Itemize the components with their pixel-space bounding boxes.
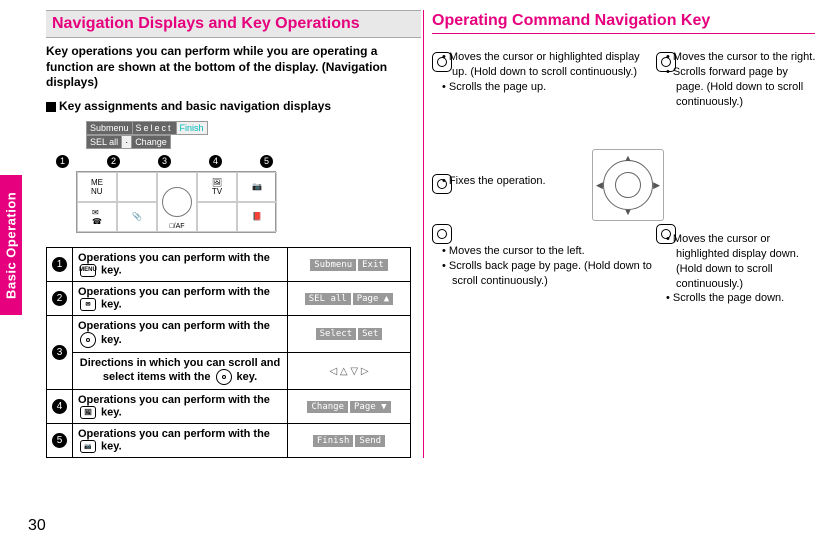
diagram-top-row: Submenu Select Finish xyxy=(86,121,208,135)
left-column: Navigation Displays and Key Operations K… xyxy=(46,10,421,458)
row-num-icon: 1 xyxy=(52,257,67,272)
heading-nav-displays: Navigation Displays and Key Operations xyxy=(46,10,421,38)
page-number: 30 xyxy=(28,517,46,535)
key-diagram: Submenu Select Finish SEL all · Change 1… xyxy=(46,121,316,233)
row-num-icon: 4 xyxy=(52,399,67,414)
nav-key-icon xyxy=(216,369,232,385)
up-block: Moves the cursor or highlighted display … xyxy=(442,50,642,95)
diagram-top-row2: SEL all · Change xyxy=(86,135,171,149)
right-block: Moves the cursor to the right. Scrolls f… xyxy=(666,50,818,109)
side-tab: Basic Operation xyxy=(0,175,22,315)
row-num-icon: 2 xyxy=(52,291,67,306)
nav-key-diagram: Moves the cursor or highlighted display … xyxy=(432,44,815,324)
center-block: Fixes the operation. xyxy=(442,174,592,189)
right-column: Operating Command Navigation Key Moves t… xyxy=(423,10,815,458)
table-row: Directions in which you can scroll and s… xyxy=(47,352,411,389)
row-num-icon: 5 xyxy=(52,433,67,448)
block-label: Key assignments and basic navigation dis… xyxy=(46,99,421,113)
table-row: 5 Operations you can perform with the 📷 … xyxy=(47,423,411,457)
table-row: 3 Operations you can perform with the ke… xyxy=(47,315,411,352)
table-row: 1 Operations you can perform with the ME… xyxy=(47,247,411,281)
mail-key-icon: ✉ xyxy=(80,298,96,311)
center-key-icon xyxy=(80,332,96,348)
down-block: Moves the cursor or highlighted display … xyxy=(666,232,821,306)
picture-key-icon: 🖼 xyxy=(80,406,96,419)
center-nav-illustration: ▲ ▼ ◀ ▶ xyxy=(592,149,664,221)
diagram-nums: 1 2 3 4 5 xyxy=(56,155,273,168)
left-block: Moves the cursor to the left. Scrolls ba… xyxy=(442,244,652,289)
operations-table: 1 Operations you can perform with the ME… xyxy=(46,247,411,458)
direction-arrows-icon: ◁ △ ▽ ▷ xyxy=(329,366,368,377)
diagram-keypad: MENU □/AF 🖼TV 📷 ✉☎ 📎 📕 xyxy=(76,171,276,233)
row-num-icon: 3 xyxy=(52,345,67,360)
nav-left-key-icon xyxy=(432,224,452,244)
heading-command-nav: Operating Command Navigation Key xyxy=(432,10,815,34)
camera-key-icon: 📷 xyxy=(80,440,96,453)
table-row: 4 Operations you can perform with the 🖼 … xyxy=(47,389,411,423)
square-bullet-icon xyxy=(46,102,56,112)
table-row: 2 Operations you can perform with the ✉ … xyxy=(47,281,411,315)
menu-key-icon: MENU xyxy=(80,264,96,277)
intro-text: Key operations you can perform while you… xyxy=(46,44,421,91)
